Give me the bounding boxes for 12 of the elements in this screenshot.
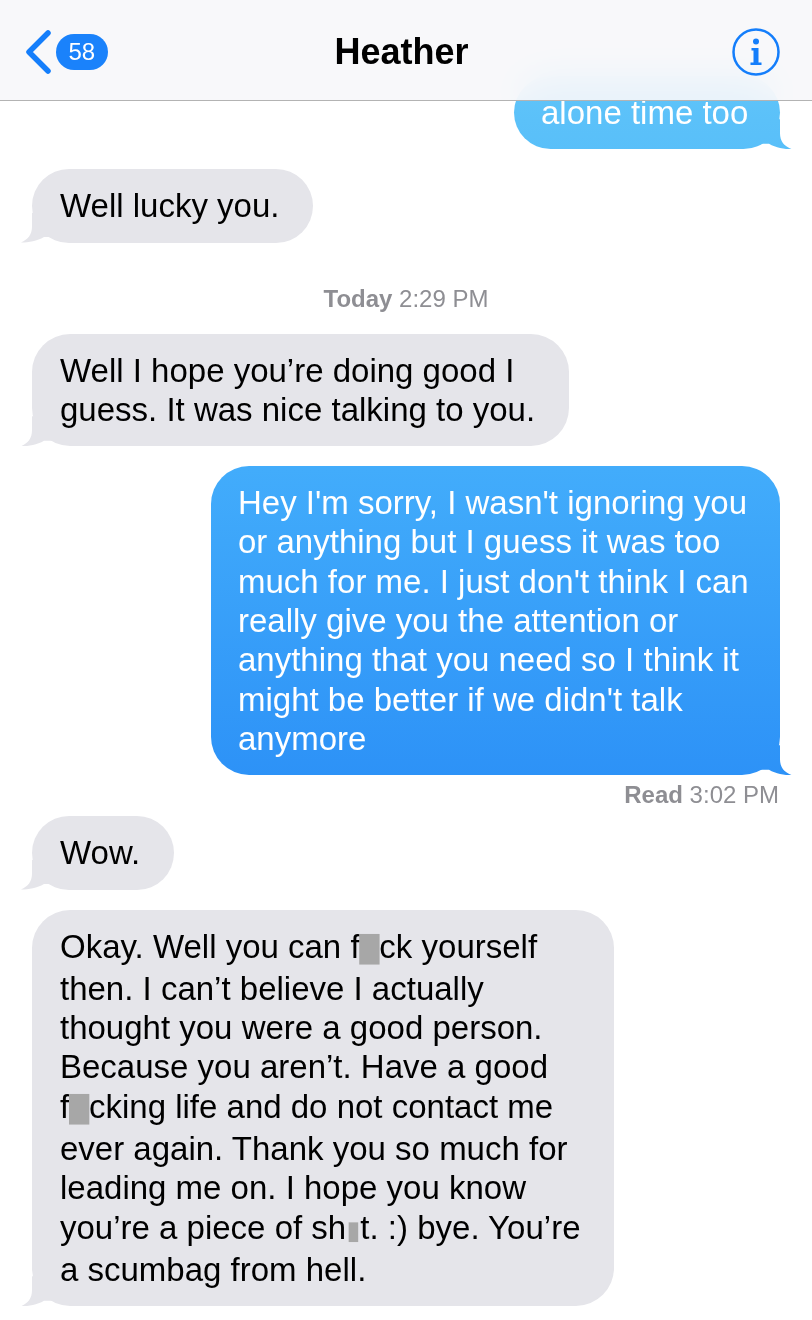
message-bubble: alone time too [514,76,792,150]
message-bubble: Hey I'm sorry, I wasn't ignoring you or anything but I guess it was too much for me. I just don't think I can really give you the attention or anything that you need so I think it might be better if we didn't talk anymore [211,466,792,776]
contact-name: Heather [334,31,469,73]
info-icon[interactable] [732,28,780,76]
timestamp: Today 2:29 PM [323,286,489,311]
unread-count-badge[interactable]: 58 [56,34,108,70]
read-receipt: Read 3:02 PM [624,783,779,808]
message-bubble: Well I hope you’re doing good I guess. It was nice talking to you. [21,333,569,447]
message-bubble: Okay. Well you can f█ck yourself then. I can’t believe I actually thought you were a good person. Because you aren’t. Have a good f█cking life and do not contact me ever again. Thank you so much for leading me on. I hope you know you’re a piece of sh▮t. :) bye. You’re a scumbag from hell. [21,909,614,1307]
back-icon[interactable] [23,29,53,75]
message-bubble: Wow. [21,816,174,890]
message-bubble: Well lucky you. [21,169,313,243]
